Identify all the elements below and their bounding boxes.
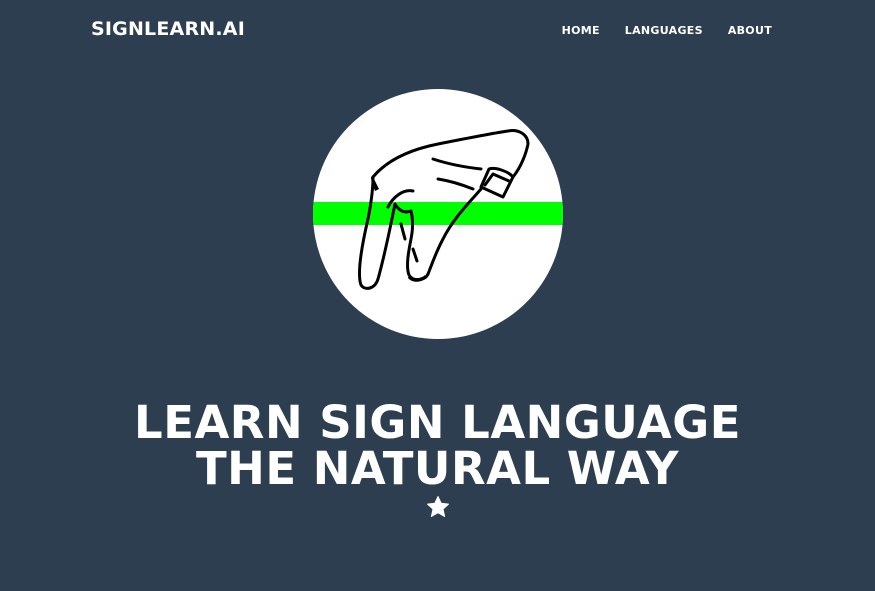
masthead-heading: LEARN SIGN LANGUAGE THE NATURAL WAY: [0, 400, 875, 492]
nav-link-about[interactable]: ABOUT: [728, 24, 772, 37]
navbar: SIGNLEARN.AI HOME LANGUAGES ABOUT: [0, 0, 875, 62]
nav-link-languages[interactable]: LANGUAGES: [625, 24, 703, 37]
divider-custom: [0, 495, 875, 521]
brand-logo-link[interactable]: SIGNLEARN.AI: [91, 18, 245, 40]
hand-sign-icon: [313, 129, 563, 290]
nav-link-home[interactable]: HOME: [562, 24, 600, 37]
masthead-avatar: [313, 89, 563, 339]
nav-links: HOME LANGUAGES ABOUT: [562, 24, 772, 37]
masthead-heading-line2: THE NATURAL WAY: [195, 442, 680, 495]
star-icon: [426, 496, 449, 517]
